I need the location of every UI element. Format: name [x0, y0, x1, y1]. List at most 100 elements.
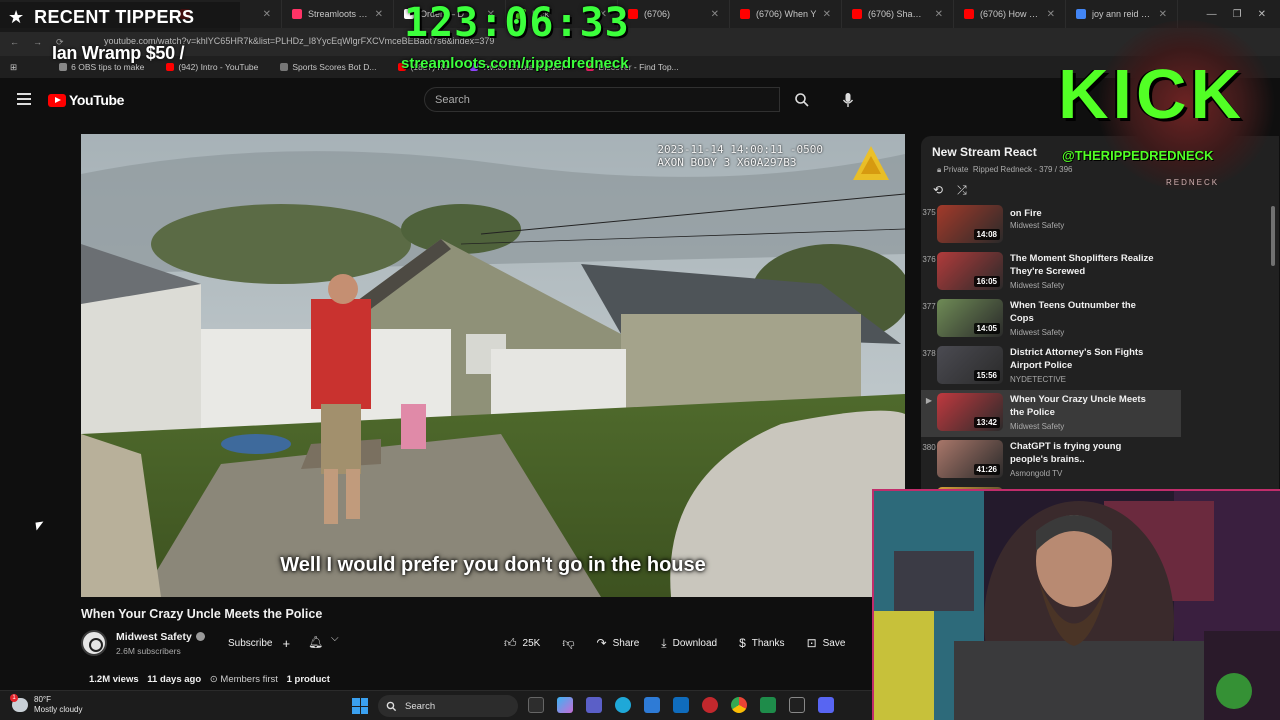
- channel-name-text[interactable]: Midwest Safety: [116, 631, 192, 643]
- forward-icon[interactable]: →: [33, 37, 42, 47]
- weather-widget[interactable]: 1 80°F Mostly cloudy: [10, 694, 82, 715]
- video-caption: Well I would prefer you don't go in the …: [280, 554, 706, 576]
- playlist-item[interactable]: 375 14:08 on Fire Midwest Safety: [921, 202, 1181, 249]
- search-button[interactable]: [780, 87, 824, 112]
- save-button[interactable]: ⊡ Save: [807, 636, 846, 650]
- teams-icon[interactable]: [586, 697, 602, 713]
- playlist-item-title[interactable]: on Fire: [1010, 208, 1160, 221]
- tab-close-icon[interactable]: ✕: [263, 9, 271, 20]
- playlist-item-title[interactable]: District Attorney's Son Fights Airport P…: [1010, 347, 1160, 372]
- thumbs-down-icon: 👎︎: [562, 635, 575, 650]
- store-icon[interactable]: [644, 697, 660, 713]
- youtube-logo[interactable]: YouTube: [48, 92, 124, 108]
- kick-handle: @THERIPPEDREDNECK: [1062, 148, 1214, 163]
- playlist-item-thumbnail[interactable]: 14:08: [937, 205, 1003, 243]
- playlist-item-index: 380: [922, 443, 936, 452]
- search-input[interactable]: Search: [424, 87, 780, 112]
- like-button[interactable]: 👍︎ 25K: [504, 636, 540, 651]
- playlist-item-title[interactable]: The Moment Shoplifters Realize They're S…: [1010, 253, 1160, 278]
- bookmark-label: (942) Intro - YouTube: [178, 62, 259, 72]
- playlist-item[interactable]: 380 41:26 ChatGPT is frying young people's…: [921, 437, 1181, 484]
- playlist-item[interactable]: 377 14:05 When Teens Outnumber the Cops Mid…: [921, 296, 1181, 343]
- recent-tippers-label: RECENT TIPPERS: [34, 6, 195, 27]
- channel-avatar[interactable]: [81, 630, 107, 656]
- playlist-scrollbar[interactable]: [1271, 206, 1275, 266]
- loop-icon[interactable]: ⟲: [933, 183, 943, 198]
- thumbs-up-icon: 👍︎: [504, 635, 517, 650]
- voice-search-button[interactable]: [836, 87, 860, 112]
- video-duration: 14:08: [973, 229, 1000, 240]
- playlist-item-title[interactable]: When Your Crazy Uncle Meets the Police: [1010, 394, 1160, 419]
- kick-overlay: KICK @THERIPPEDREDNECK REDNECK: [1056, 20, 1280, 190]
- microphone-icon: [842, 92, 854, 107]
- recent-tippers-banner: ★ RECENT TIPPERS: [0, 2, 240, 32]
- tab-close-icon[interactable]: ✕: [823, 9, 831, 20]
- share-label: Share: [612, 637, 640, 649]
- bodycam-device-line: AXON BODY 3 X60A297B3: [657, 156, 797, 169]
- playlist-item-title[interactable]: When Teens Outnumber the Cops: [1010, 300, 1160, 325]
- close-icon[interactable]: ✕: [1258, 9, 1266, 20]
- obs-icon[interactable]: [789, 697, 805, 713]
- tab-close-icon[interactable]: ✕: [375, 9, 383, 20]
- minimize-icon[interactable]: —: [1207, 9, 1217, 20]
- subscribe-button[interactable]: Subscribe +: [218, 632, 300, 654]
- notification-bell-icon[interactable]: 🔔︎: [308, 635, 323, 649]
- playlist-item-thumbnail[interactable]: 41:26: [937, 440, 1003, 478]
- edge-icon[interactable]: [615, 697, 631, 713]
- bookmark-item[interactable]: Sports Scores Bot D...: [280, 62, 376, 72]
- playlist-title[interactable]: New Stream React: [932, 145, 1037, 159]
- tab-close-icon[interactable]: ✕: [935, 9, 943, 20]
- like-count: 25K: [522, 637, 541, 649]
- playlist-item-thumbnail[interactable]: 13:42: [937, 393, 1003, 431]
- playlist-item-index: 377: [922, 302, 936, 311]
- playlist-item-thumbnail[interactable]: 15:56: [937, 346, 1003, 384]
- playlist-item-thumbnail[interactable]: 14:05: [937, 299, 1003, 337]
- download-button[interactable]: ⤓ Download: [661, 636, 717, 651]
- playlist-item[interactable]: ▶ 13:42 When Your Crazy Uncle Meets the Po…: [921, 390, 1181, 437]
- streamloots-url: streamloots.com/rippedredneck: [401, 55, 629, 72]
- browser-tab[interactable]: (6706) How Steph ✕: [954, 0, 1066, 28]
- video-actions: 👍︎ 25K 👎︎ ↷ Share ⤓ Download $ Thanks ⊡ Save: [504, 632, 867, 654]
- playlist-item-title[interactable]: ChatGPT is frying young people's brains.…: [1010, 441, 1160, 466]
- browser-tab[interactable]: (6706) When Y ✕: [730, 0, 842, 28]
- playlist-item[interactable]: 378 15:56 District Attorney's Son Fights A…: [921, 343, 1181, 390]
- outlook-icon[interactable]: [673, 697, 689, 713]
- green-app-icon[interactable]: [760, 697, 776, 713]
- webcam-feed: [872, 489, 1280, 720]
- share-button[interactable]: ↷ Share: [597, 636, 640, 650]
- app-icon[interactable]: [702, 697, 718, 713]
- playlist-item-thumbnail[interactable]: 16:05: [937, 252, 1003, 290]
- search-icon: [795, 92, 809, 107]
- save-label: Save: [822, 637, 846, 649]
- browser-tab[interactable]: (6706) Shameless ✕: [842, 0, 954, 28]
- browser-tab[interactable]: Streamloots | Ripp ✕: [282, 0, 394, 28]
- dislike-button[interactable]: 👎︎: [562, 636, 574, 651]
- restore-icon[interactable]: ❐: [1233, 9, 1242, 20]
- back-icon[interactable]: ←: [10, 37, 19, 47]
- browser-tab[interactable]: (6706) ✕: [618, 0, 730, 28]
- hamburger-menu-icon[interactable]: [17, 93, 31, 105]
- channel-name[interactable]: Midwest Safety: [116, 631, 205, 643]
- windows-start-icon[interactable]: [352, 698, 368, 714]
- windows-taskbar: 1 80°F Mostly cloudy Search: [0, 690, 872, 720]
- file-explorer-icon[interactable]: [528, 697, 544, 713]
- tab-close-icon[interactable]: ✕: [711, 9, 719, 20]
- playlist-item[interactable]: 376 16:05 The Moment Shoplifters Realize T…: [921, 249, 1181, 296]
- chrome-icon[interactable]: [731, 697, 747, 713]
- video-player[interactable]: 2023-11-14 14:00:11 -0500 AXON BODY 3 X6…: [81, 134, 905, 597]
- members-first-badge: ⊙ Members first: [209, 674, 278, 685]
- chevron-down-icon[interactable]: ⌵: [331, 633, 339, 644]
- taskbar-search[interactable]: Search: [378, 695, 518, 717]
- thanks-button[interactable]: $ Thanks: [739, 636, 784, 650]
- tab-favicon-icon: [1076, 9, 1086, 19]
- product-link[interactable]: 1 product: [287, 674, 330, 685]
- screen: ✕Streamloots | Ripp✕Orders – D✕Kick✕(670…: [0, 0, 1280, 720]
- tab-close-icon[interactable]: ✕: [1047, 9, 1055, 20]
- tab-close-icon[interactable]: ✕: [1159, 9, 1167, 20]
- copilot-icon[interactable]: [557, 697, 573, 713]
- discord-icon[interactable]: [818, 697, 834, 713]
- subathon-timer: 123:06:33: [404, 0, 630, 46]
- apps-icon[interactable]: ⊞: [10, 62, 17, 73]
- shuffle-icon[interactable]: ⤮: [957, 183, 967, 198]
- video-title: When Your Crazy Uncle Meets the Police: [81, 607, 323, 621]
